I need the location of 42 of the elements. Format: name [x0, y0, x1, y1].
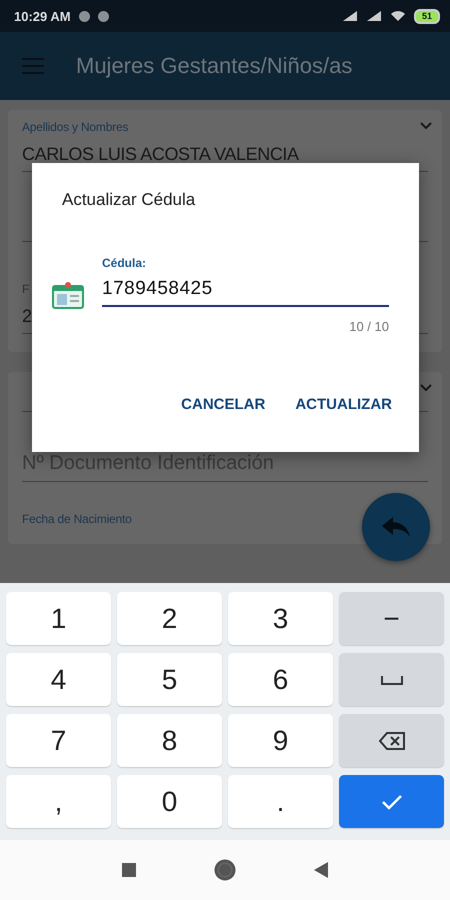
dialog-title: Actualizar Cédula: [62, 190, 196, 210]
dialog-button[interactable]: CANCELAR: [181, 392, 266, 417]
back-icon[interactable]: [314, 862, 328, 878]
field-label: Apellidos y Nombres: [22, 120, 128, 134]
keyboard-key[interactable]: 7: [6, 714, 111, 767]
keyboard-key[interactable]: 5: [117, 653, 222, 706]
id-number-field[interactable]: 1789458425: [102, 272, 389, 307]
keyboard-key[interactable]: .: [228, 775, 333, 828]
character-counter: 10 / 10: [349, 319, 389, 334]
id-card-icon: [52, 281, 84, 309]
keyboard-key[interactable]: −: [339, 592, 444, 645]
keyboard-key[interactable]: 1: [6, 592, 111, 645]
chevron-icon[interactable]: [420, 122, 432, 130]
signal-icon: [342, 10, 358, 22]
reply-icon: [381, 516, 411, 538]
field-label: Fecha de Nacimiento: [22, 512, 132, 526]
chevron-icon[interactable]: [420, 384, 432, 392]
keyboard-key[interactable]: ,: [6, 775, 111, 828]
status-time: 10:29 AM: [14, 8, 71, 24]
app-title: Mujeres Gestantes/Niños/as: [76, 53, 352, 79]
check-icon: [380, 794, 402, 810]
notification-icon: [78, 10, 90, 22]
keyboard-key[interactable]: 9: [228, 714, 333, 767]
space-icon: [380, 674, 402, 684]
home-icon[interactable]: [214, 859, 236, 881]
keyboard-key[interactable]: 2: [117, 592, 222, 645]
field-label: F: [22, 282, 30, 296]
dialog-button[interactable]: ACTUALIZAR: [295, 392, 392, 417]
keyboard-key[interactable]: 3: [228, 592, 333, 645]
keyboard-key[interactable]: 6: [228, 653, 333, 706]
wifi-icon: [390, 10, 406, 22]
battery-level: 51: [414, 8, 440, 24]
backspace-icon: [378, 732, 404, 750]
signal-icon: [366, 10, 382, 22]
keyboard-key[interactable]: [339, 714, 444, 767]
keyboard-key[interactable]: 8: [117, 714, 222, 767]
keyboard-key[interactable]: 0: [117, 775, 222, 828]
field-value: 2: [22, 306, 32, 327]
keyboard-key[interactable]: 4: [6, 653, 111, 706]
field-value: CARLOS LUIS ACOSTA VALENCIA: [22, 144, 299, 165]
notification-icon: [98, 10, 109, 22]
field-label: Cédula:: [102, 256, 148, 270]
